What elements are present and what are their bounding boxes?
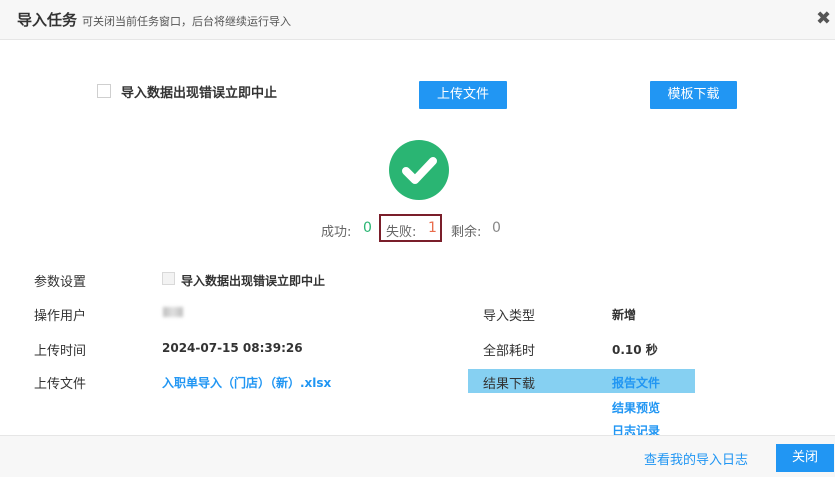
duration-label: 全部耗时	[483, 344, 536, 359]
upload-time-label: 上传时间	[34, 344, 87, 359]
stop-on-error-checkbox[interactable]	[97, 84, 111, 98]
stop-on-error-label: 导入数据出现错误立即中止	[121, 86, 278, 101]
operator-label: 操作用户	[34, 309, 87, 324]
duration-value: 0.10 秒	[612, 343, 658, 357]
param-stop-on-error-checkbox	[162, 272, 175, 285]
import-type-label: 导入类型	[483, 309, 536, 324]
uploaded-file-link[interactable]: 入职单导入（门店）（新）.xlsx	[162, 374, 331, 391]
success-label: 成功:	[321, 225, 352, 240]
upload-file-label: 上传文件	[34, 377, 87, 392]
remaining-count: 0	[492, 220, 501, 236]
result-download-label: 结果下载	[483, 377, 536, 392]
close-button[interactable]: 关闭	[776, 444, 834, 472]
upload-time-value: 2024-07-15 08:39:26	[162, 341, 303, 355]
report-file-link[interactable]: 报告文件	[612, 374, 660, 391]
dialog-header: 导入任务 可关闭当前任务窗口，后台将继续运行导入 ✖	[0, 0, 835, 40]
dialog-subtitle: 可关闭当前任务窗口，后台将继续运行导入	[82, 15, 291, 28]
fail-count: 1	[428, 220, 437, 236]
operator-value-redacted	[163, 307, 183, 317]
remaining-label: 剩余:	[451, 225, 482, 240]
result-preview-link[interactable]: 结果预览	[612, 399, 660, 416]
success-check-icon	[389, 140, 449, 200]
close-icon[interactable]: ✖	[816, 8, 831, 29]
success-count: 0	[363, 220, 372, 236]
param-settings-label: 参数设置	[34, 275, 87, 290]
import-type-value: 新增	[612, 308, 637, 322]
param-settings-value: 导入数据出现错误立即中止	[181, 274, 326, 288]
template-download-button[interactable]: 模板下载	[650, 81, 737, 109]
fail-label: 失败:	[386, 225, 417, 240]
my-import-log-link[interactable]: 查看我的导入日志	[644, 449, 748, 468]
dialog-title: 导入任务	[17, 11, 78, 29]
upload-file-button[interactable]: 上传文件	[419, 81, 507, 109]
